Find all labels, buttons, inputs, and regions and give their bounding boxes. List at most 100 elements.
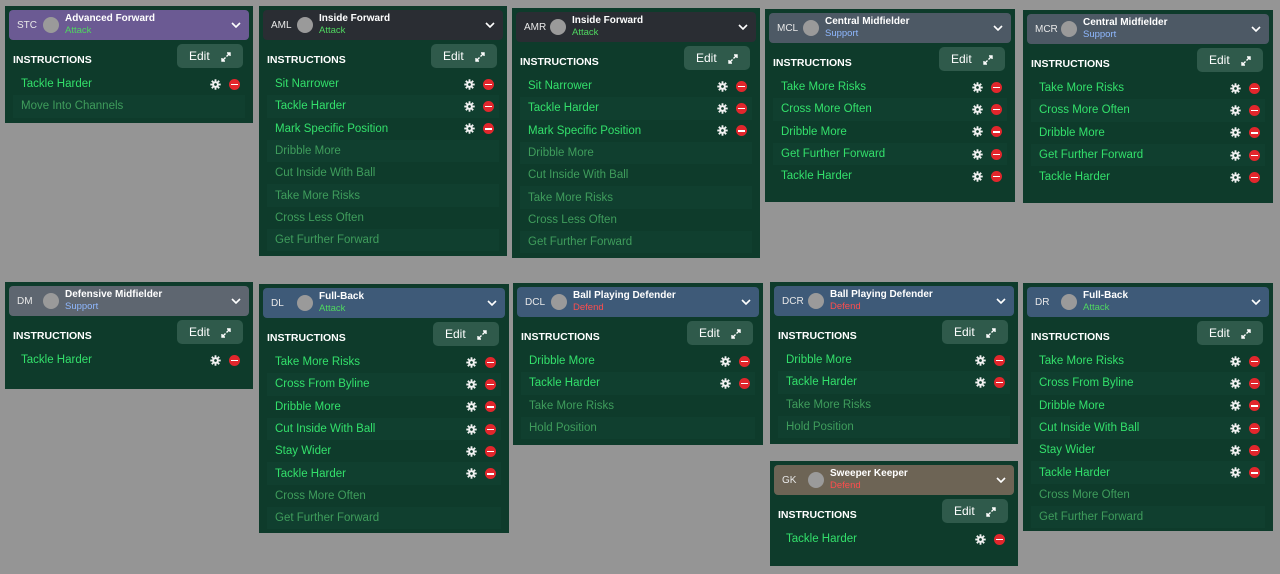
gear-icon[interactable]: [720, 355, 731, 367]
instruction-row[interactable]: Tackle Harder: [13, 349, 245, 371]
instruction-row[interactable]: Get Further Forward: [520, 231, 752, 254]
gear-icon[interactable]: [975, 377, 986, 388]
instruction-row[interactable]: Tackle Harder: [521, 372, 755, 395]
instruction-row[interactable]: Dribble More: [267, 139, 499, 163]
remove-icon[interactable]: [736, 125, 747, 137]
remove-icon[interactable]: [1249, 355, 1260, 367]
remove-icon[interactable]: [736, 102, 747, 114]
instruction-row[interactable]: Take More Risks: [1031, 77, 1265, 99]
instruction-row[interactable]: Cross More Often: [1031, 99, 1265, 122]
remove-icon[interactable]: [739, 377, 750, 389]
gear-icon[interactable]: [972, 126, 983, 137]
instruction-row[interactable]: Take More Risks: [267, 351, 501, 373]
instruction-row[interactable]: Mark Specific Position: [267, 118, 499, 140]
role-selector[interactable]: DCL Ball Playing Defender Defend: [517, 287, 759, 317]
gear-icon[interactable]: [717, 80, 728, 92]
instruction-row[interactable]: Dribble More: [1031, 122, 1265, 144]
remove-icon[interactable]: [483, 123, 494, 135]
gear-icon[interactable]: [210, 78, 221, 90]
instruction-row[interactable]: Sit Narrower: [520, 75, 752, 97]
gear-icon[interactable]: [1230, 127, 1241, 138]
instruction-row[interactable]: Hold Position: [778, 415, 1010, 439]
instruction-row[interactable]: Get Further Forward: [773, 142, 1007, 166]
remove-icon[interactable]: [229, 78, 240, 90]
instruction-row[interactable]: Cross Less Often: [520, 209, 752, 231]
remove-icon[interactable]: [991, 170, 1002, 182]
instruction-row[interactable]: Cut Inside With Ball: [520, 164, 752, 186]
instruction-row[interactable]: Dribble More: [521, 350, 755, 372]
remove-icon[interactable]: [1249, 171, 1260, 183]
gear-icon[interactable]: [466, 468, 477, 479]
edit-button[interactable]: Edit: [433, 322, 499, 346]
remove-icon[interactable]: [1249, 149, 1260, 161]
instruction-row[interactable]: Tackle Harder: [778, 371, 1010, 394]
instruction-row[interactable]: Tackle Harder: [267, 95, 499, 118]
instruction-row[interactable]: Get Further Forward: [267, 507, 501, 530]
instruction-row[interactable]: Get Further Forward: [1031, 506, 1265, 529]
edit-button[interactable]: Edit: [1197, 48, 1263, 72]
chevron-down-icon[interactable]: [1250, 296, 1262, 308]
gear-icon[interactable]: [975, 354, 986, 366]
remove-icon[interactable]: [1249, 104, 1260, 116]
instruction-row[interactable]: Cut Inside With Ball: [267, 162, 499, 184]
chevron-down-icon[interactable]: [995, 295, 1007, 307]
gear-icon[interactable]: [464, 101, 475, 112]
instruction-row[interactable]: Dribble More: [520, 141, 752, 165]
remove-icon[interactable]: [485, 401, 496, 413]
instruction-row[interactable]: Take More Risks: [773, 76, 1007, 98]
remove-icon[interactable]: [736, 80, 747, 92]
instruction-row[interactable]: Tackle Harder: [1031, 166, 1265, 188]
edit-button[interactable]: Edit: [177, 44, 243, 68]
remove-icon[interactable]: [991, 148, 1002, 160]
role-selector[interactable]: GK Sweeper Keeper Defend: [774, 465, 1014, 495]
chevron-down-icon[interactable]: [486, 297, 498, 309]
remove-icon[interactable]: [483, 100, 494, 112]
instruction-row[interactable]: Sit Narrower: [267, 73, 499, 95]
gear-icon[interactable]: [466, 446, 477, 457]
instruction-row[interactable]: Mark Specific Position: [520, 120, 752, 142]
instruction-row[interactable]: Cross More Often: [1031, 484, 1265, 506]
instruction-row[interactable]: Dribble More: [267, 396, 501, 418]
remove-icon[interactable]: [1249, 400, 1260, 412]
instruction-row[interactable]: Tackle Harder: [773, 165, 1007, 187]
gear-icon[interactable]: [1230, 172, 1241, 183]
remove-icon[interactable]: [485, 423, 496, 435]
role-selector[interactable]: DM Defensive Midfielder Support: [9, 286, 249, 316]
gear-icon[interactable]: [210, 354, 221, 366]
remove-icon[interactable]: [1249, 127, 1260, 139]
edit-button[interactable]: Edit: [177, 320, 243, 344]
chevron-down-icon[interactable]: [992, 22, 1004, 34]
instruction-row[interactable]: Take More Risks: [778, 394, 1010, 416]
edit-button[interactable]: Edit: [939, 47, 1005, 71]
instruction-row[interactable]: Cross More Often: [267, 485, 501, 507]
instruction-row[interactable]: Move Into Channels: [13, 95, 245, 118]
role-selector[interactable]: DL Full-Back Attack: [263, 288, 505, 318]
remove-icon[interactable]: [994, 354, 1005, 366]
chevron-down-icon[interactable]: [230, 295, 242, 307]
role-selector[interactable]: DR Full-Back Attack: [1027, 287, 1269, 317]
gear-icon[interactable]: [464, 123, 475, 134]
instruction-row[interactable]: Cut Inside With Ball: [267, 417, 501, 441]
gear-icon[interactable]: [717, 103, 728, 114]
edit-button[interactable]: Edit: [431, 44, 497, 68]
instruction-row[interactable]: Cut Inside With Ball: [1031, 416, 1265, 440]
edit-button[interactable]: Edit: [687, 321, 753, 345]
instruction-row[interactable]: Tackle Harder: [267, 462, 501, 485]
remove-icon[interactable]: [991, 103, 1002, 115]
gear-icon[interactable]: [975, 533, 986, 545]
role-selector[interactable]: AMR Inside Forward Attack: [516, 12, 756, 42]
role-selector[interactable]: STC Advanced Forward Attack: [9, 10, 249, 40]
instruction-row[interactable]: Tackle Harder: [1031, 461, 1265, 484]
gear-icon[interactable]: [972, 148, 983, 160]
remove-icon[interactable]: [483, 78, 494, 90]
remove-icon[interactable]: [991, 81, 1002, 93]
remove-icon[interactable]: [1249, 82, 1260, 94]
gear-icon[interactable]: [972, 104, 983, 115]
instruction-row[interactable]: Take More Risks: [267, 184, 499, 207]
remove-icon[interactable]: [485, 378, 496, 390]
remove-icon[interactable]: [1249, 422, 1260, 434]
instruction-row[interactable]: Take More Risks: [521, 395, 755, 417]
remove-icon[interactable]: [1249, 444, 1260, 456]
remove-icon[interactable]: [739, 355, 750, 367]
gear-icon[interactable]: [1230, 400, 1241, 411]
